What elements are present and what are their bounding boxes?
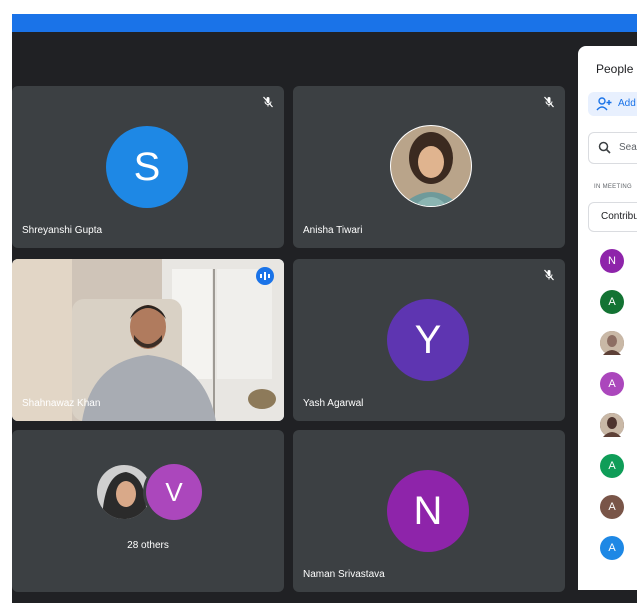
participant-name: Shahnawaz Khan bbox=[22, 398, 101, 409]
participant-list-avatar[interactable]: A bbox=[600, 372, 624, 396]
profile-photo-anisha bbox=[390, 125, 472, 207]
participant-name: Anisha Tiwari bbox=[303, 225, 363, 236]
others-tile[interactable]: V 28 others bbox=[12, 430, 284, 592]
avatar-yash: Y bbox=[387, 299, 469, 381]
participant-tile-naman[interactable]: N Naman Srivastava bbox=[293, 430, 565, 592]
participant-list-avatar[interactable] bbox=[600, 413, 624, 437]
participant-name: Shreyanshi Gupta bbox=[22, 225, 103, 236]
participant-list-avatar[interactable]: A bbox=[600, 454, 624, 478]
participant-list-avatar[interactable]: A bbox=[600, 495, 624, 519]
participant-list-avatar[interactable] bbox=[600, 331, 624, 355]
participant-list-avatar[interactable]: A bbox=[600, 290, 624, 314]
top-edge bbox=[0, 0, 637, 14]
speaking-indicator-icon bbox=[256, 267, 274, 285]
mic-off-icon bbox=[263, 96, 273, 108]
mic-off-icon bbox=[544, 269, 554, 281]
others-photo-avatar bbox=[97, 465, 151, 519]
participant-tile-shahnawaz[interactable]: Shahnawaz Khan bbox=[12, 259, 284, 421]
participant-name: Yash Agarwal bbox=[303, 398, 364, 409]
participant-tile-anisha[interactable]: Anisha Tiwari bbox=[293, 86, 565, 248]
add-person-icon bbox=[596, 97, 612, 111]
avatar-shreyanshi: S bbox=[106, 126, 188, 208]
people-panel: People Add people Search for people IN M… bbox=[578, 46, 637, 590]
participant-name: Naman Srivastava bbox=[303, 569, 385, 580]
mic-off-icon bbox=[544, 96, 554, 108]
meeting-stage: S Shreyanshi Gupta Anisha Tiwari Shahnaw… bbox=[12, 32, 637, 603]
contributors-label: Contributors bbox=[601, 211, 637, 222]
video-feed bbox=[12, 259, 284, 421]
participant-tile-shreyanshi[interactable]: S Shreyanshi Gupta bbox=[12, 86, 284, 248]
avatar-naman: N bbox=[387, 470, 469, 552]
search-placeholder: Search for people bbox=[619, 142, 637, 153]
participant-tile-yash[interactable]: Y Yash Agarwal bbox=[293, 259, 565, 421]
section-label: IN MEETING bbox=[594, 184, 633, 190]
add-people-button[interactable]: Add people bbox=[588, 92, 637, 116]
participant-list-avatar[interactable]: N bbox=[600, 249, 624, 273]
browser-bar bbox=[12, 14, 637, 32]
others-count: 28 others bbox=[127, 540, 169, 551]
add-people-label: Add people bbox=[618, 98, 637, 109]
contributors-group[interactable]: Contributors bbox=[588, 202, 637, 232]
avatar-v: V bbox=[146, 464, 202, 520]
search-icon bbox=[598, 141, 611, 154]
search-people-input[interactable]: Search for people bbox=[588, 132, 637, 164]
panel-title: People bbox=[596, 62, 634, 76]
participant-list-avatar[interactable]: A bbox=[600, 536, 624, 560]
